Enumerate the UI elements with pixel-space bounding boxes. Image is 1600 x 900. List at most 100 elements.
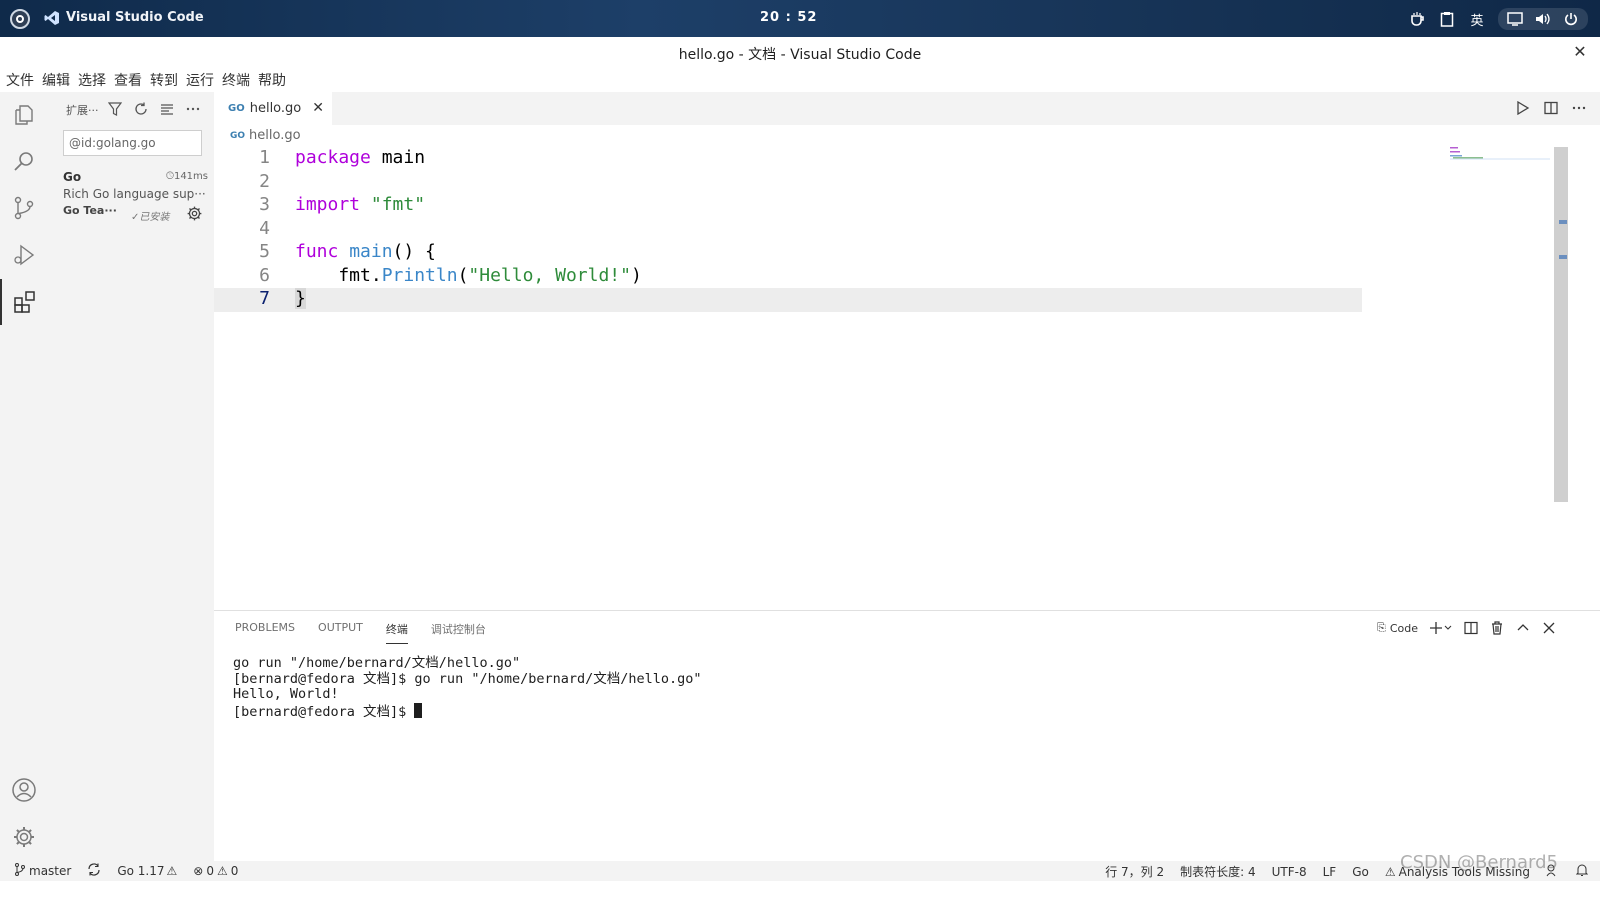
search-icon[interactable] (0, 138, 48, 184)
volume-icon[interactable] (1534, 10, 1552, 28)
sync-icon[interactable] (87, 863, 101, 879)
vertical-scrollbar[interactable] (1554, 147, 1568, 502)
breadcrumb-file[interactable]: hello.go (249, 128, 301, 143)
go-file-icon: GO (228, 103, 245, 114)
status-bar: master Go 1.17 ⚠ ⊗ 0 ⚠ 0 行 7，列 2 制表符长度: 4 … (0, 861, 1600, 881)
tab-size[interactable]: 制表符长度: 4 (1180, 863, 1256, 880)
extensions-icon[interactable] (0, 279, 48, 325)
extensions-sidebar: 扩展··· Go 🕓︎141ms Rich Go language sup···… (48, 92, 214, 881)
gear-icon[interactable] (0, 814, 48, 860)
tab-problems[interactable]: PROBLEMS (235, 621, 295, 644)
terminal-selector[interactable]: ⎘ Code (1377, 619, 1418, 637)
system-menu-icon[interactable] (10, 9, 30, 29)
warning-icon: ⚠ (166, 864, 178, 878)
cursor-position[interactable]: 行 7，列 2 (1105, 863, 1164, 880)
clipboard-icon[interactable] (1438, 10, 1456, 28)
tab-debug-console[interactable]: 调试控制台 (431, 621, 486, 644)
terminal-prompt-line: [bernard@fedora 文档]$ (233, 702, 702, 721)
bottom-strip (0, 881, 1600, 900)
extension-installed-badge: ✓已安装 (131, 212, 170, 223)
maximize-panel-icon[interactable] (1516, 619, 1530, 637)
code-line: 3 import "fmt" (214, 194, 1600, 218)
code-line: 5 func main() { (214, 241, 1600, 265)
line-number: 3 (259, 194, 270, 215)
run-debug-icon[interactable] (0, 232, 48, 278)
editor-actions (1514, 99, 1588, 117)
extension-list-item[interactable]: Go 🕓︎141ms Rich Go language sup··· Go Te… (63, 170, 208, 223)
account-icon[interactable] (0, 767, 48, 813)
sidebar-title: 扩展··· (66, 104, 99, 117)
end-of-line[interactable]: LF (1323, 865, 1337, 879)
window-title-bar: hello.go - 文档 - Visual Studio Code ✕ (0, 37, 1600, 68)
terminal-output[interactable]: go run "/home/bernard/文档/hello.go" [berna… (233, 655, 702, 721)
tab-output[interactable]: OUTPUT (318, 621, 363, 644)
code-area[interactable]: 1 package main 2 3 import "fmt" 4 5 func… (214, 147, 1600, 607)
window-close-button[interactable]: ✕ (1570, 42, 1590, 61)
minimap[interactable] (1450, 145, 1550, 160)
go-file-icon: GO (230, 130, 246, 141)
line-number: 7 (259, 288, 270, 309)
extension-settings-gear-icon[interactable] (187, 206, 203, 222)
warning-icon: ⚠ (216, 864, 228, 878)
bottom-panel: PROBLEMS OUTPUT 终端 调试控制台 ⎘ Code go run "/… (214, 610, 1600, 861)
branch-indicator[interactable]: master (14, 863, 71, 879)
editor-tabs: GO hello.go ✕ (214, 92, 1600, 125)
split-terminal-icon[interactable] (1464, 619, 1478, 637)
warning-count: 0 (230, 864, 239, 878)
refresh-icon[interactable] (132, 100, 150, 118)
split-editor-icon[interactable] (1542, 99, 1560, 117)
scrollbar-marker (1559, 255, 1567, 259)
encoding[interactable]: UTF-8 (1272, 865, 1307, 879)
extension-search-input[interactable] (63, 130, 202, 156)
go-version-indicator[interactable]: Go 1.17 ⚠ (117, 864, 177, 878)
source-control-icon[interactable] (0, 185, 48, 231)
display-icon[interactable] (1506, 10, 1524, 28)
menu-run[interactable]: 运行 (186, 68, 220, 92)
error-icon: ⊗ (193, 864, 204, 878)
terminal-selector-label: Code (1389, 621, 1418, 635)
menu-view[interactable]: 查看 (114, 68, 148, 92)
scrollbar-marker (1559, 220, 1567, 224)
notifications-bell-icon[interactable] (1575, 864, 1589, 880)
sidebar-toolbar (106, 100, 202, 118)
trash-icon[interactable] (1490, 619, 1504, 637)
menu-file[interactable]: 文件 (6, 68, 40, 92)
clock[interactable]: 20 : 52 (760, 10, 817, 25)
code-line: 6 fmt.Println("Hello, World!") (214, 265, 1600, 289)
run-file-icon[interactable] (1514, 99, 1532, 117)
power-icon[interactable] (1562, 10, 1580, 28)
go-version: Go 1.17 (117, 864, 165, 878)
code-text: import "fmt" (295, 194, 426, 215)
code-text: } (295, 288, 306, 309)
filter-icon[interactable] (106, 100, 124, 118)
terminal-line: go run "/home/bernard/文档/hello.go" (233, 655, 521, 671)
code-text: func main() { (295, 241, 436, 262)
status-tray-group (1498, 8, 1588, 30)
menu-selection[interactable]: 选择 (78, 68, 112, 92)
menu-help[interactable]: 帮助 (258, 68, 292, 92)
new-terminal-button[interactable] (1430, 619, 1452, 637)
problems-indicator[interactable]: ⊗ 0 ⚠ 0 (193, 864, 238, 878)
language-mode[interactable]: Go (1352, 865, 1369, 879)
cup-icon[interactable] (1408, 10, 1426, 28)
clear-results-icon[interactable] (158, 100, 176, 118)
input-method-indicator[interactable]: 英 (1468, 10, 1486, 29)
menu-terminal[interactable]: 终端 (222, 68, 256, 92)
more-actions-icon[interactable] (184, 100, 202, 118)
code-editor[interactable]: GO hello.go 1 package main 2 3 import "f… (214, 125, 1600, 610)
menu-bar: 文件 编辑 选择 查看 转到 运行 终端 帮助 (0, 68, 1600, 92)
code-text: fmt.Println("Hello, World!") (295, 264, 642, 286)
more-actions-icon[interactable] (1570, 99, 1588, 117)
menu-edit[interactable]: 编辑 (42, 68, 76, 92)
tab-close-icon[interactable]: ✕ (312, 100, 324, 116)
code-line-current: 7 } (214, 288, 1362, 312)
extension-activation-time: 🕓︎141ms (166, 171, 208, 182)
close-panel-icon[interactable] (1542, 619, 1556, 637)
active-app-name[interactable]: Visual Studio Code (66, 10, 204, 25)
explorer-icon[interactable] (0, 92, 48, 138)
activation-time-value: 141ms (173, 171, 208, 182)
warning-icon: ⚠ (1384, 864, 1396, 879)
menu-go[interactable]: 转到 (150, 68, 184, 92)
tab-hello-go[interactable]: GO hello.go ✕ (214, 92, 332, 125)
tab-terminal[interactable]: 终端 (385, 621, 408, 644)
